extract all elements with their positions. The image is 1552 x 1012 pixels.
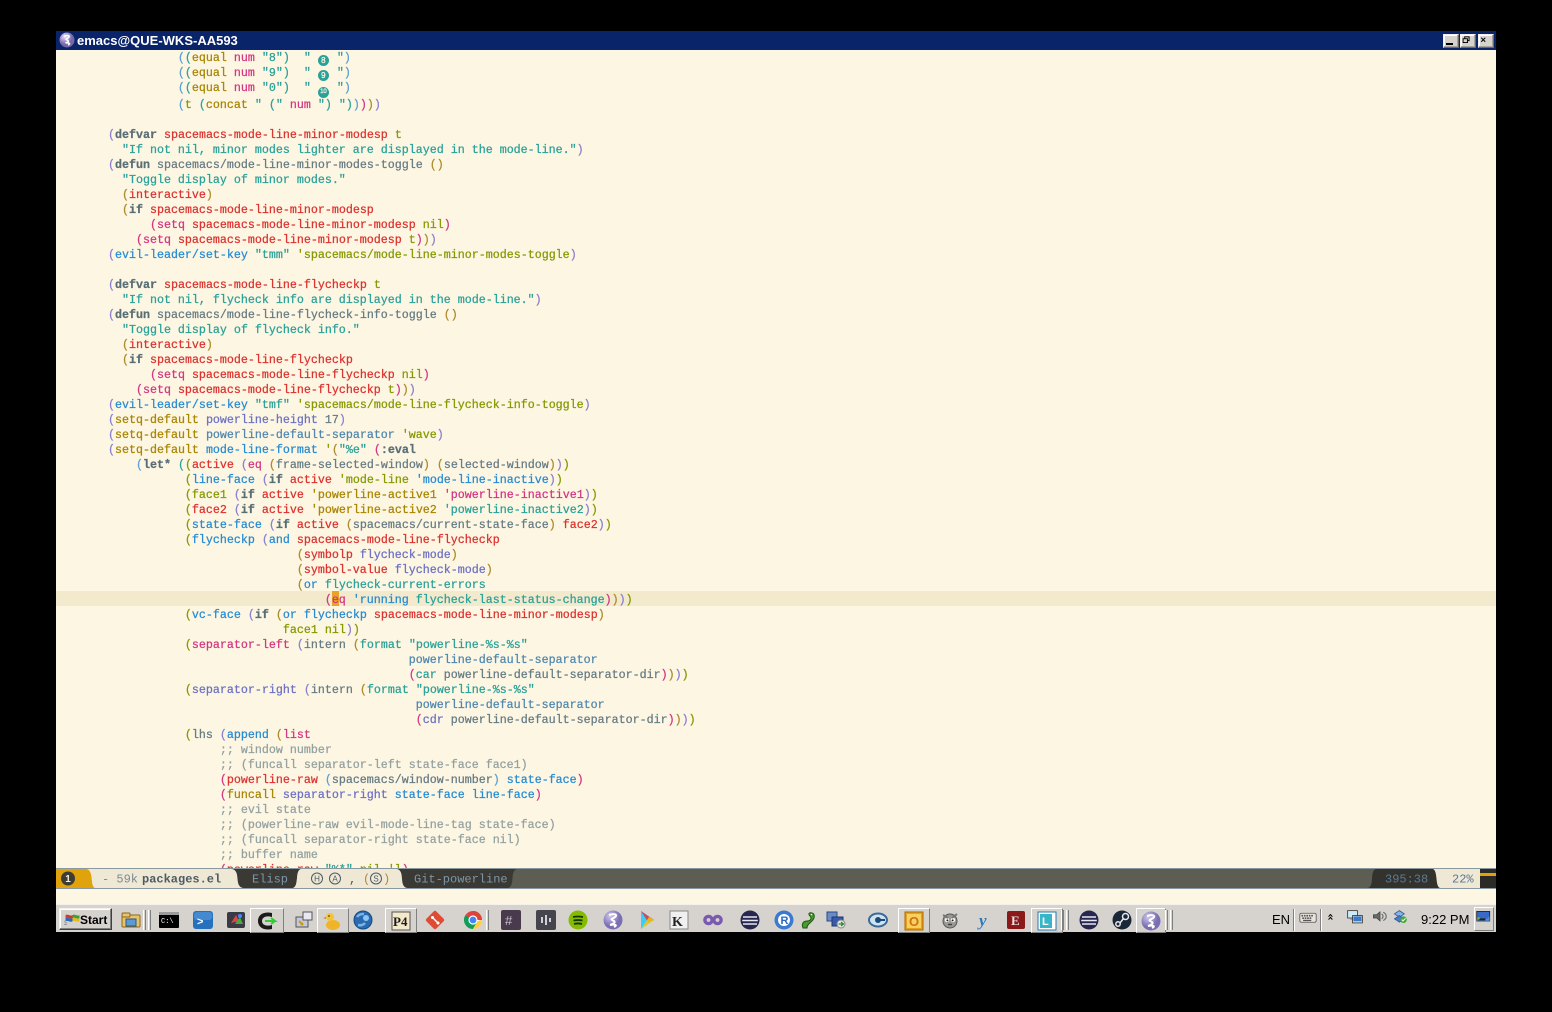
svg-text:22%: 22% [1452,873,1474,887]
svg-text:A: A [332,875,338,884]
svg-text:>: > [197,916,203,928]
svg-text:E: E [1011,913,1020,928]
svg-text:S: S [373,875,378,884]
svg-text:- 59k: - 59k [102,873,138,887]
svg-text:H: H [314,875,320,884]
svg-text:K: K [672,915,683,930]
svg-text:R: R [781,915,789,927]
svg-text:Elisp: Elisp [252,873,288,887]
svg-text:,: , [349,873,356,887]
svg-text:Git-powerline: Git-powerline [414,873,508,887]
svg-text:(: ( [363,873,370,887]
svg-text:L: L [1042,916,1049,928]
svg-text:C:\: C:\ [161,918,174,926]
svg-text:y: y [977,911,987,930]
svg-text:O: O [909,914,919,929]
svg-text:packages.el: packages.el [142,873,221,887]
svg-text:#: # [505,913,513,928]
svg-text:395:38: 395:38 [1385,873,1428,887]
svg-text:): ) [383,873,390,887]
svg-text:1: 1 [65,874,71,885]
svg-text:P4: P4 [393,914,408,929]
